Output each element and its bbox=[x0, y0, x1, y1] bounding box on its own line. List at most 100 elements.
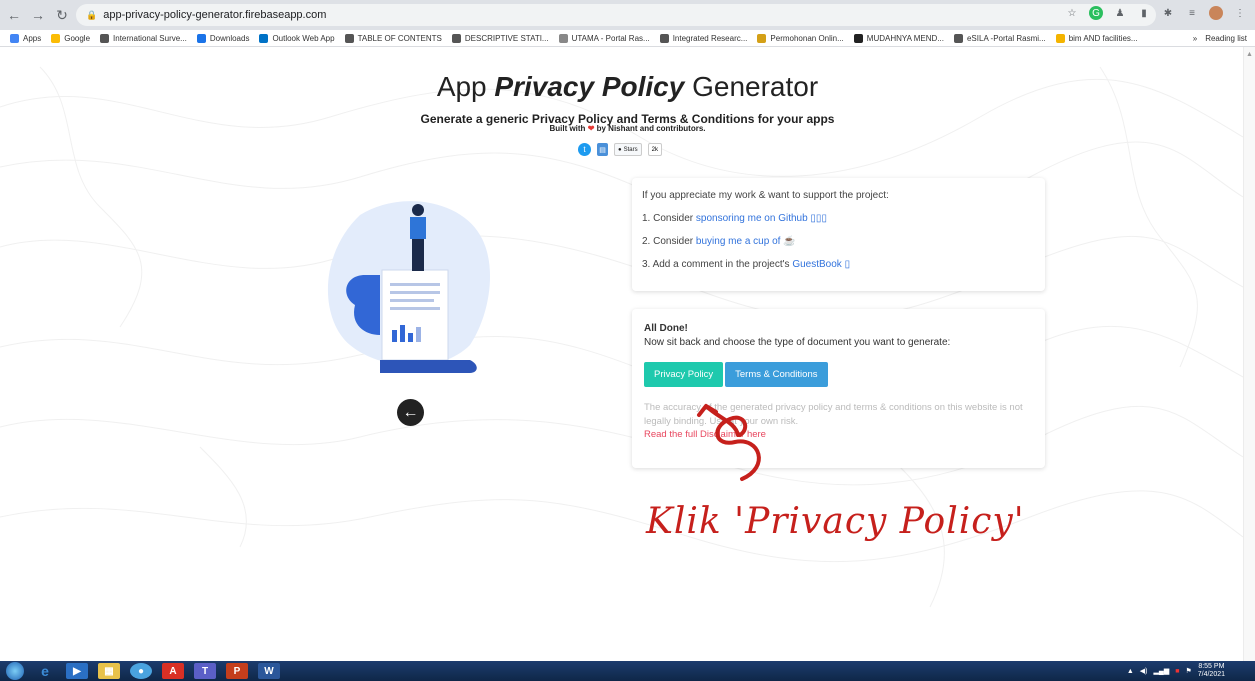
reload-icon[interactable]: ↻ bbox=[52, 5, 72, 25]
extensions-area: ☆ G ♟ ▮ ✱ ≡ ⋮ bbox=[1065, 6, 1247, 20]
antivirus-icon[interactable]: ■ bbox=[1175, 668, 1179, 675]
bookmark-label: bim AND facilities... bbox=[1068, 33, 1138, 43]
support-item-3: 3. Add a comment in the project's GuestB… bbox=[642, 259, 1035, 270]
arrow-left-icon: ← bbox=[402, 403, 419, 421]
twitter-icon[interactable]: t bbox=[578, 143, 591, 156]
bookmark-item[interactable]: Permohonan Onlin... bbox=[757, 33, 844, 43]
back-circle-button[interactable]: ← bbox=[397, 399, 424, 426]
clock-time: 8:55 PM bbox=[1198, 663, 1225, 670]
sponsor-link[interactable]: sponsoring me on Github ▯▯▯ bbox=[696, 213, 827, 224]
bookmark-item[interactable]: International Surve... bbox=[100, 33, 187, 43]
github-star-label: Stars bbox=[623, 146, 638, 153]
flag-icon[interactable]: ⚑ bbox=[1185, 667, 1191, 675]
bookmark-item[interactable]: UTAMA - Portal Ras... bbox=[558, 33, 650, 43]
bookmark-label: Permohonan Onlin... bbox=[770, 33, 844, 43]
document-type-buttons: Privacy Policy Terms & Conditions bbox=[644, 362, 1033, 387]
support-intro: If you appreciate my work & want to supp… bbox=[642, 190, 889, 201]
file-explorer-icon[interactable]: ▦ bbox=[98, 663, 120, 679]
built-with-prefix: Built with bbox=[549, 124, 586, 133]
terms-conditions-button[interactable]: Terms & Conditions bbox=[725, 362, 828, 387]
bookmark-icon bbox=[1055, 33, 1065, 43]
bookmark-icon bbox=[100, 33, 110, 43]
title-emphasis: Privacy Policy bbox=[494, 71, 685, 102]
bookmark-icon bbox=[757, 33, 767, 43]
volume-icon[interactable]: ◀) bbox=[1140, 667, 1148, 675]
reading-icon[interactable]: ≡ bbox=[1185, 6, 1199, 20]
person-extension-icon[interactable]: ♟ bbox=[1113, 6, 1127, 20]
bookmark-label: Google bbox=[64, 33, 91, 43]
document-icon[interactable]: ▤ bbox=[597, 143, 608, 156]
bookmark-item[interactable]: TABLE OF CONTENTS bbox=[344, 33, 442, 43]
tab-extension-icon[interactable]: ▮ bbox=[1137, 6, 1151, 20]
coffee-link[interactable]: buying me a cup of ☕ bbox=[696, 236, 796, 247]
bookmark-label: TABLE OF CONTENTS bbox=[357, 33, 442, 43]
annotation-text: Klik 'Privacy Policy' bbox=[646, 501, 1025, 542]
tray-expand-icon[interactable]: ▲ bbox=[1127, 668, 1134, 675]
bookmark-label: MUDAHNYA MEND... bbox=[866, 33, 944, 43]
bookmark-item[interactable]: MUDAHNYA MEND... bbox=[853, 33, 944, 43]
bookmark-item[interactable]: eSILA -Portal Rasmi... bbox=[953, 33, 1046, 43]
bookmark-label: International Surve... bbox=[113, 33, 187, 43]
chrome-icon[interactable]: ● bbox=[130, 663, 152, 679]
bookmarks-bar: Apps Google International Surve... Download… bbox=[0, 30, 1255, 47]
network-icon[interactable]: ▂▄▆ bbox=[1154, 667, 1170, 675]
bookmark-icon bbox=[51, 33, 61, 43]
clock[interactable]: 8:55 PM 7/4/2021 bbox=[1198, 663, 1225, 679]
browser-toolbar: ← → ↻ 🔒 app-privacy-policy-generator.fir… bbox=[0, 0, 1255, 30]
bookmark-item[interactable]: Downloads bbox=[196, 33, 250, 43]
menu-kebab-icon[interactable]: ⋮ bbox=[1233, 6, 1247, 20]
reading-list-button[interactable]: Reading list bbox=[1205, 34, 1247, 43]
bookmarks-overflow: » Reading list bbox=[1193, 30, 1247, 46]
bookmark-label: Outlook Web App bbox=[272, 33, 335, 43]
star-bookmark-icon[interactable]: ☆ bbox=[1065, 6, 1079, 20]
done-heading: All Done! bbox=[644, 323, 688, 334]
bookmark-item[interactable]: Integrated Researc... bbox=[659, 33, 747, 43]
bookmark-item[interactable]: DESCRIPTIVE STATI... bbox=[451, 33, 549, 43]
disclaimer-link[interactable]: Read the full Disclaimer here bbox=[644, 429, 766, 440]
acrobat-icon[interactable]: A bbox=[162, 663, 184, 679]
bookmark-label: UTAMA - Portal Ras... bbox=[571, 33, 650, 43]
system-tray: ▲ ◀) ▂▄▆ ■ ⚑ 8:55 PM 7/4/2021 bbox=[1127, 663, 1225, 679]
bookmark-icon bbox=[853, 33, 863, 43]
grammarly-icon[interactable]: G bbox=[1089, 6, 1103, 20]
scroll-up-icon[interactable]: ▲ bbox=[1246, 51, 1253, 58]
bookmark-item[interactable]: Apps bbox=[10, 33, 42, 43]
profile-avatar[interactable] bbox=[1209, 6, 1223, 20]
powerpoint-icon[interactable]: P bbox=[226, 663, 248, 679]
teams-icon[interactable]: T bbox=[194, 663, 216, 679]
support-item-2-text: 2. Consider bbox=[642, 236, 696, 247]
bookmark-label: DESCRIPTIVE STATI... bbox=[464, 33, 549, 43]
github-star-button[interactable]: ● Stars bbox=[614, 143, 642, 156]
bookmark-item[interactable]: bim AND facilities... bbox=[1055, 33, 1138, 43]
bookmark-icon bbox=[659, 33, 669, 43]
topographic-background bbox=[0, 66, 1243, 608]
url-text: app-privacy-policy-generator.firebaseapp… bbox=[103, 9, 327, 21]
bookmark-icon bbox=[558, 33, 568, 43]
heart-icon: ❤ bbox=[587, 124, 595, 133]
privacy-policy-button[interactable]: Privacy Policy bbox=[644, 362, 724, 387]
bookmark-label: Apps bbox=[23, 33, 42, 43]
word-icon[interactable]: W bbox=[258, 663, 280, 679]
bookmark-icon bbox=[259, 33, 269, 43]
start-button-icon[interactable] bbox=[6, 662, 24, 680]
media-player-icon[interactable]: ▶ bbox=[66, 663, 88, 679]
address-bar[interactable]: 🔒 app-privacy-policy-generator.firebasea… bbox=[76, 4, 1156, 26]
github-star-count[interactable]: 2k bbox=[647, 143, 662, 156]
ie-icon[interactable]: e bbox=[34, 663, 56, 679]
guestbook-link[interactable]: GuestBook ▯ bbox=[792, 259, 850, 270]
built-with-suffix: by Nishant and contributors. bbox=[596, 124, 706, 133]
bookmark-label: Downloads bbox=[209, 33, 250, 43]
bookmark-item[interactable]: Google bbox=[51, 33, 91, 43]
bookmark-item[interactable]: Outlook Web App bbox=[259, 33, 335, 43]
built-with-line: Built with ❤ by Nishant and contributors… bbox=[0, 124, 1255, 133]
puzzle-icon[interactable]: ✱ bbox=[1161, 6, 1175, 20]
overflow-chevron-icon[interactable]: » bbox=[1193, 34, 1197, 43]
back-arrow-icon[interactable]: ← bbox=[4, 5, 24, 25]
vertical-scrollbar[interactable]: ▲ bbox=[1243, 47, 1255, 661]
title-suffix: Generator bbox=[684, 71, 819, 102]
support-item-2: 2. Consider buying me a cup of ☕ bbox=[642, 236, 1035, 247]
lock-icon: 🔒 bbox=[86, 9, 98, 20]
bookmark-icon bbox=[10, 33, 19, 43]
bookmark-icon bbox=[953, 33, 963, 43]
forward-arrow-icon[interactable]: → bbox=[28, 5, 48, 25]
